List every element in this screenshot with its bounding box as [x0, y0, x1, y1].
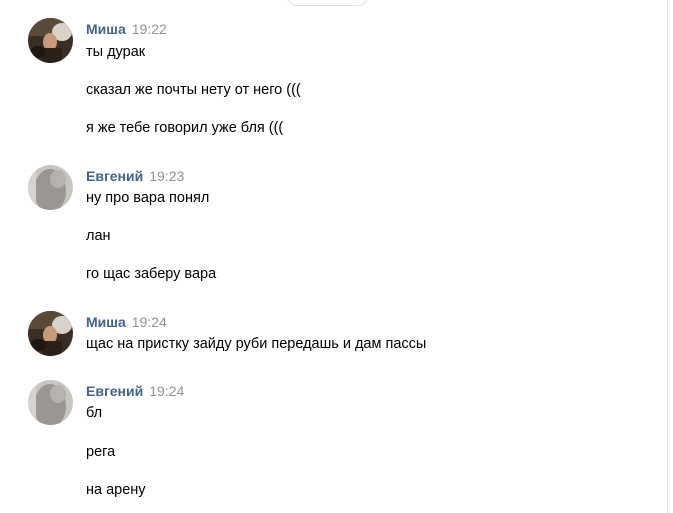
- message-text: го щас заберу вара: [86, 266, 217, 282]
- message-time[interactable]: 19:24: [132, 314, 167, 330]
- message-time[interactable]: 19:23: [149, 168, 184, 184]
- author-name[interactable]: Евгений: [86, 383, 143, 399]
- misha-avatar[interactable]: [28, 18, 73, 63]
- message-time[interactable]: 19:22: [132, 21, 167, 37]
- message-time[interactable]: 19:24: [149, 383, 184, 399]
- date-separator-pill: [287, 0, 368, 6]
- message-header: Евгений 19:23: [86, 168, 184, 185]
- message-text: ты дурак: [86, 44, 146, 60]
- author-name[interactable]: Евгений: [86, 168, 143, 184]
- message-text: щас на пристку зайду руби передашь и дам…: [86, 336, 427, 352]
- evgeny-avatar[interactable]: [28, 165, 73, 210]
- misha-avatar[interactable]: [28, 311, 73, 356]
- message-header: Миша 19:24: [86, 314, 167, 331]
- message-header: Евгений 19:24: [86, 383, 184, 400]
- evgeny-avatar[interactable]: [28, 380, 73, 425]
- message-text: рега: [86, 444, 116, 460]
- message-header: Миша 19:22: [86, 21, 167, 38]
- message-text: ну про вара понял: [86, 190, 210, 206]
- author-name[interactable]: Миша: [86, 314, 126, 330]
- author-name[interactable]: Миша: [86, 21, 126, 37]
- message-text: лан: [86, 228, 111, 244]
- message-text: я же тебе говорил уже бля (((: [86, 120, 284, 136]
- message-text: бл: [86, 405, 103, 421]
- message-text: сказал же почты нету от него (((: [86, 82, 301, 98]
- message-text: на арену: [86, 482, 146, 498]
- scroll-edge-divider: [667, 0, 668, 513]
